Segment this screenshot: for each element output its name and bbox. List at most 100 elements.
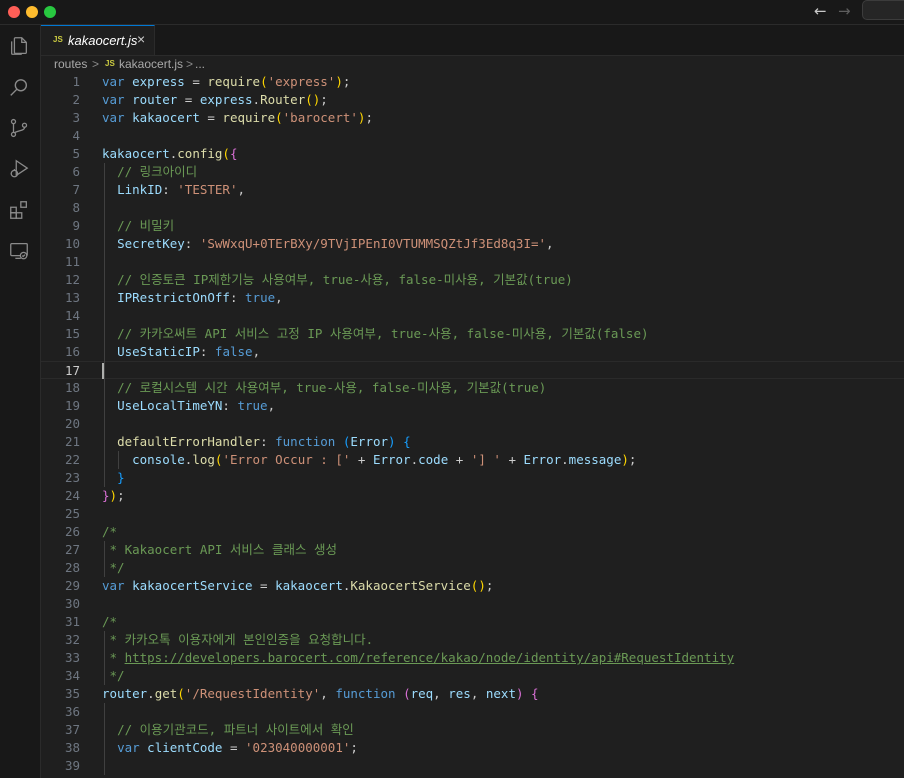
- code-token: (): [305, 92, 321, 107]
- code-token: '023040000001': [245, 740, 351, 755]
- code-line[interactable]: 21 defaultErrorHandler: function (Error)…: [41, 433, 904, 451]
- code-line[interactable]: 9 // 비밀키: [41, 217, 904, 235]
- code-token: ,: [252, 344, 261, 359]
- code-text: /*: [102, 523, 117, 541]
- code-editor[interactable]: 1 var express = require('express'); 2 var r…: [41, 73, 904, 778]
- breadcrumb-folder[interactable]: routes: [54, 57, 87, 71]
- code-line[interactable]: 30: [41, 595, 904, 613]
- code-line[interactable]: 19 UseLocalTimeYN: true,: [41, 397, 904, 415]
- close-icon[interactable]: ×: [137, 31, 145, 47]
- code-token: function: [275, 434, 343, 449]
- code-token: {: [229, 146, 238, 161]
- code-token: /*: [102, 614, 118, 629]
- code-line[interactable]: 39: [41, 757, 904, 775]
- code-token: :: [199, 344, 215, 359]
- code-token: {: [403, 434, 411, 449]
- code-line[interactable]: 25: [41, 505, 904, 523]
- code-line[interactable]: 2 var router = express.Router();: [41, 91, 904, 109]
- maximize-window-button[interactable]: [44, 6, 56, 18]
- code-token: 'SwWxqU+0TErBXy/9TVjIPEnI0VTUMMSQZtJf3Ed…: [199, 236, 547, 251]
- code-line[interactable]: 13 IPRestrictOnOff: true,: [41, 289, 904, 307]
- line-number: 31: [64, 614, 80, 629]
- code-line[interactable]: 11: [41, 253, 904, 271]
- code-token: +: [500, 452, 524, 467]
- code-line[interactable]: 7 LinkID: 'TESTER',: [41, 181, 904, 199]
- code-token: // 카카오써트 API 서비스 고정 IP 사용여부, true-사용, fa…: [117, 326, 649, 341]
- code-line[interactable]: 14: [41, 307, 904, 325]
- code-token: ): [388, 434, 396, 449]
- code-line[interactable]: 35 router.get('/RequestIdentity', functio…: [41, 685, 904, 703]
- code-line[interactable]: 6 // 링크아이디: [41, 163, 904, 181]
- close-window-button[interactable]: [8, 6, 20, 18]
- code-token: */: [102, 668, 125, 683]
- code-token: Error: [372, 452, 411, 467]
- code-text: */: [102, 667, 125, 685]
- minimize-window-button[interactable]: [26, 6, 38, 18]
- code-line[interactable]: 10 SecretKey: 'SwWxqU+0TErBXy/9TVjIPEnI0…: [41, 235, 904, 253]
- code-token: ,: [546, 236, 554, 251]
- code-line[interactable]: 34 */: [41, 667, 904, 685]
- code-line[interactable]: 4: [41, 127, 904, 145]
- code-line[interactable]: 12 // 인증토큰 IP제한기능 사용여부, true-사용, false-미…: [41, 271, 904, 289]
- code-token: ;: [320, 92, 328, 107]
- code-token: /*: [102, 524, 118, 539]
- code-line[interactable]: 3 var kakaocert = require('barocert');: [41, 109, 904, 127]
- code-token: ;: [117, 488, 125, 503]
- line-number: 15: [64, 326, 80, 341]
- line-number: 7: [72, 182, 80, 197]
- command-center[interactable]: [862, 0, 904, 20]
- code-line[interactable]: 37 // 이용기관코드, 파트너 사이트에서 확인: [41, 721, 904, 739]
- code-line[interactable]: 33 * https://developers.barocert.com/ref…: [41, 649, 904, 667]
- code-line[interactable]: 20: [41, 415, 904, 433]
- code-line[interactable]: 1 var express = require('express');: [41, 73, 904, 91]
- code-line[interactable]: 28 */: [41, 559, 904, 577]
- breadcrumb-symbol[interactable]: ...: [195, 57, 205, 71]
- code-line[interactable]: 18 // 로컬시스템 시간 사용여부, true-사용, false-미사용,…: [41, 379, 904, 397]
- line-number: 19: [64, 398, 80, 413]
- code-line[interactable]: 23 }: [41, 469, 904, 487]
- code-token: // 이용기관코드, 파트너 사이트에서 확인: [117, 722, 354, 737]
- code-line[interactable]: 15 // 카카오써트 API 서비스 고정 IP 사용여부, true-사용,…: [41, 325, 904, 343]
- line-number: 17: [64, 363, 80, 378]
- code-line[interactable]: 17: [41, 361, 904, 379]
- code-line[interactable]: 29 var kakaocertService = kakaocert.Kakao…: [41, 577, 904, 595]
- source-control-icon[interactable]: [8, 117, 30, 139]
- code-line[interactable]: 26 /*: [41, 523, 904, 541]
- tab-kakaocert-js[interactable]: JS kakaocert.js ×: [41, 25, 155, 55]
- code-text: var clientCode = '023040000001';: [102, 739, 358, 757]
- code-line[interactable]: 5 kakaocert.config({: [41, 145, 904, 163]
- code-token: defaultErrorHandler: [117, 434, 261, 449]
- code-line[interactable]: 36: [41, 703, 904, 721]
- line-number: 39: [64, 758, 80, 773]
- code-token: 'Error Occur : [': [222, 452, 351, 467]
- code-token: :: [162, 182, 178, 197]
- explorer-icon[interactable]: [8, 35, 30, 57]
- code-line[interactable]: 27 * Kakaocert API 서비스 클래스 생성: [41, 541, 904, 559]
- go-back-button[interactable]: ←: [814, 2, 827, 20]
- code-token: * Kakaocert API 서비스 클래스 생성: [102, 542, 337, 557]
- breadcrumb-file[interactable]: kakaocert.js: [119, 57, 183, 71]
- code-token: kakaocertService: [132, 578, 253, 593]
- breadcrumb-separator: >: [92, 57, 100, 71]
- code-line[interactable]: 31 /*: [41, 613, 904, 631]
- code-token: ): [335, 74, 343, 89]
- line-number: 27: [64, 542, 80, 557]
- code-token: IPRestrictOnOff: [117, 290, 230, 305]
- remote-explorer-icon[interactable]: [8, 240, 30, 262]
- code-token: .: [147, 686, 155, 701]
- code-token: ;: [342, 74, 351, 89]
- code-token: kakaocert: [275, 578, 343, 593]
- code-line[interactable]: 24});: [41, 487, 904, 505]
- code-line[interactable]: 16 UseStaticIP: false,: [41, 343, 904, 361]
- code-line[interactable]: 22 console.log('Error Occur : [' + Error…: [41, 451, 904, 469]
- search-icon[interactable]: [8, 77, 30, 99]
- run-debug-icon[interactable]: [8, 158, 30, 180]
- go-forward-button[interactable]: →: [838, 2, 851, 20]
- code-line[interactable]: 32 * 카카오톡 이용자에게 본인인증을 요청합니다.: [41, 631, 904, 649]
- extensions-icon[interactable]: [8, 199, 30, 221]
- code-token: router: [102, 686, 148, 701]
- code-line[interactable]: 8: [41, 199, 904, 217]
- code-token: +: [448, 452, 471, 467]
- code-line[interactable]: 38 var clientCode = '023040000001';: [41, 739, 904, 757]
